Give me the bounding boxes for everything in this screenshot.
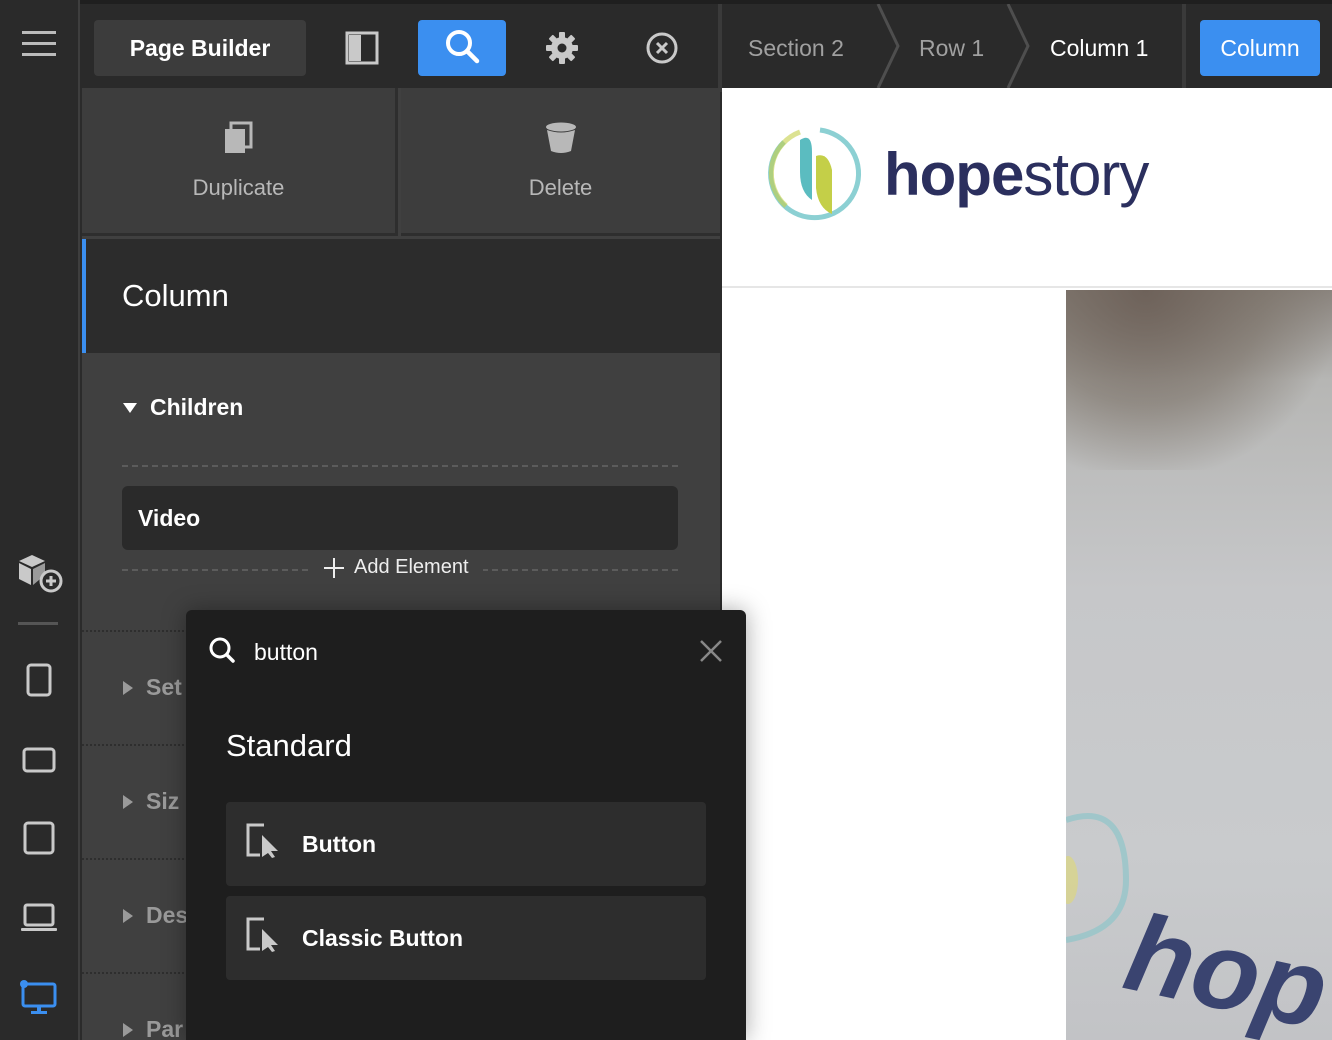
add-element-button[interactable]: Add Element [310,556,483,579]
add-block-icon[interactable] [0,550,78,594]
section-label: Des [146,902,189,928]
children-label: Children [150,394,244,420]
logo-text: hopestory [884,140,1149,209]
delete-label: Delete [528,174,593,200]
breadcrumb-section-2[interactable]: Section 2 [748,20,844,76]
close-icon[interactable] [698,638,724,669]
close-circle-icon[interactable] [630,20,694,76]
breadcrumb-row-1[interactable]: Row 1 [919,20,984,76]
site-header: hopestory [722,88,1332,288]
result-category-heading: Standard [226,728,352,763]
children-top-divider [122,465,678,467]
logo-text-bold: hope [884,140,1024,208]
caret-right-icon [123,1022,133,1037]
tablet-icon[interactable] [0,818,78,858]
delete-button[interactable]: Delete [401,88,720,236]
toolbar-divider [718,4,722,92]
element-search-popup: Standard Button Classic Button [186,610,746,1040]
search-icon [444,28,480,69]
panel-layout-icon[interactable] [330,20,394,76]
search-icon [208,636,236,669]
photo-shadow [1066,290,1332,470]
logo-text-light: story [1023,140,1149,208]
section-label: Par [146,1016,184,1040]
duplicate-label: Duplicate [192,174,285,200]
section-toggle[interactable]: Par [122,1016,183,1040]
column-button[interactable]: Column [1200,20,1320,76]
gear-icon[interactable] [530,20,594,76]
caret-right-icon [123,794,133,809]
result-label: Button [302,830,377,857]
breadcrumb-column-1[interactable]: Column 1 [1050,20,1148,76]
section-label: Siz [146,788,180,814]
rail-divider [18,622,58,625]
hamburger-menu-icon[interactable] [0,24,78,64]
chevron-right-icon [1006,4,1030,88]
site-logo[interactable]: hopestory [760,122,1149,226]
shirt-text: hop [1115,890,1332,1040]
result-item-button[interactable]: Button [226,802,706,886]
cursor-click-icon [246,823,282,865]
duplicate-icon [223,121,255,161]
cursor-click-icon [246,917,282,959]
desktop-icon[interactable] [0,976,78,1018]
phone-landscape-icon[interactable] [0,740,78,780]
trash-icon [544,121,578,161]
panel-title: Column [82,239,720,353]
left-rail [0,0,80,1040]
caret-right-icon [123,680,133,695]
chevron-right-icon [876,4,900,88]
element-search-input[interactable] [254,638,674,666]
hero-photo: hop [1066,290,1332,1040]
section-toggle[interactable]: Siz [122,788,179,815]
caret-right-icon [123,908,133,923]
laptop-icon[interactable] [0,898,78,938]
search-button[interactable] [418,20,506,76]
page-preview[interactable]: hopestory hop [722,88,1332,1040]
add-element-label: Add Element [354,556,469,578]
children-toggle[interactable]: Children [122,394,243,421]
caret-down-icon [123,402,137,413]
popup-search-bar [208,632,724,672]
result-item-classic-button[interactable]: Classic Button [226,896,706,980]
section-toggle[interactable]: Des [122,902,188,929]
toolbar-divider [1182,4,1186,92]
section-label: Set [146,674,182,700]
plus-icon [324,557,344,578]
top-toolbar: Page Builder Section 2 Row 1 Column 1 Co… [80,0,1332,92]
phone-portrait-icon[interactable] [0,660,78,700]
hopestory-logo-mark [768,127,861,221]
section-toggle[interactable]: Set [122,674,182,701]
page-builder-button[interactable]: Page Builder [94,20,306,76]
child-item-video[interactable]: Video [122,486,678,550]
result-label: Classic Button [302,924,464,951]
duplicate-button[interactable]: Duplicate [82,88,398,236]
